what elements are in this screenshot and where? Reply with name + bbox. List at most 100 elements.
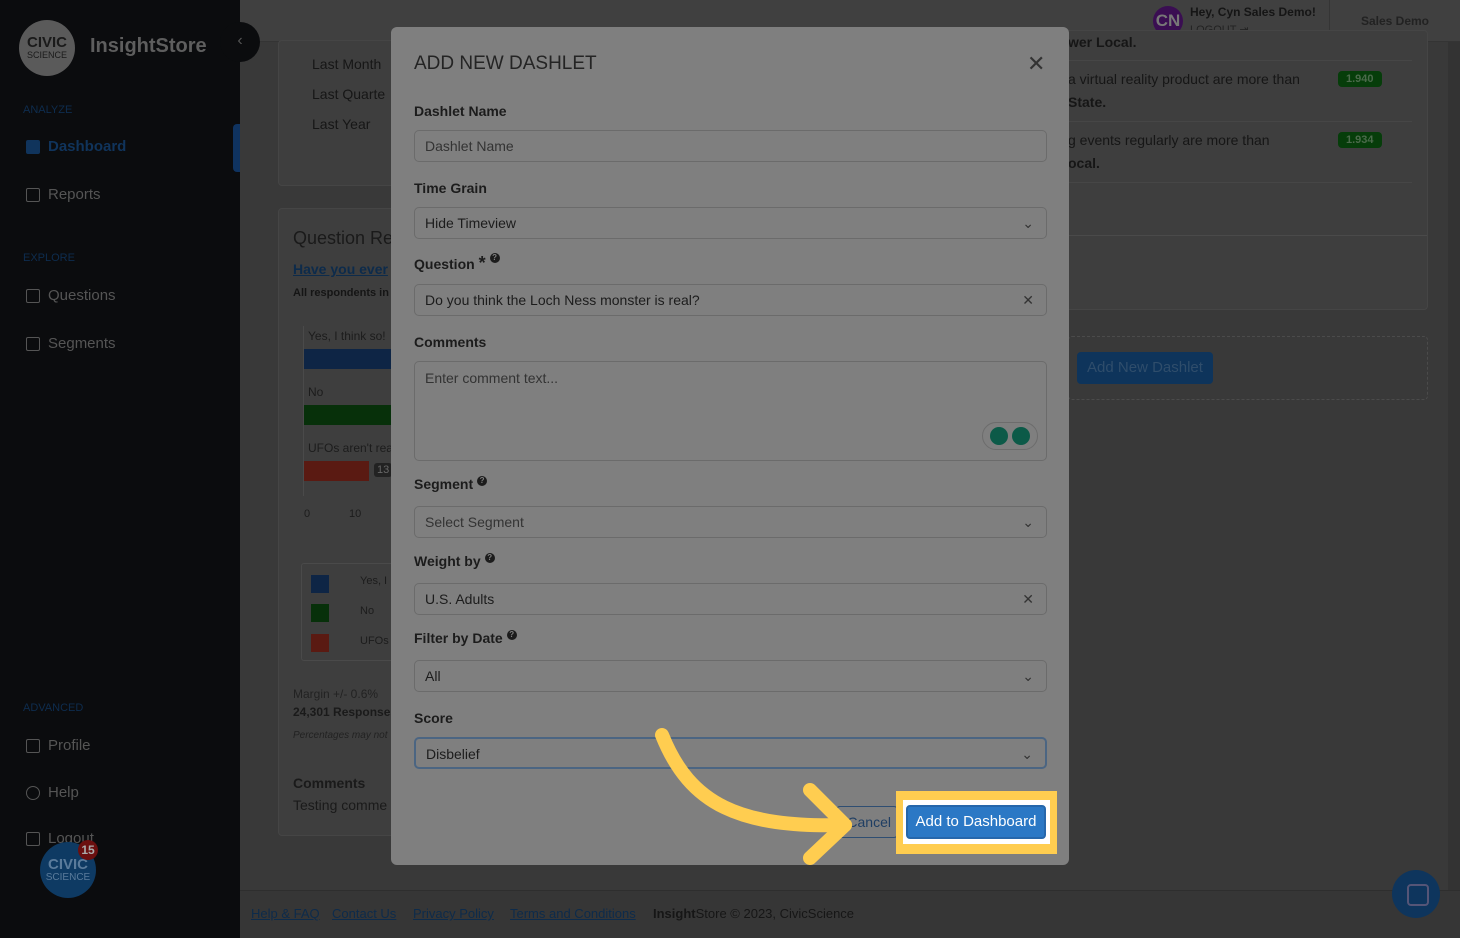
label-text: Filter by Date	[414, 630, 503, 646]
grammarly-icon	[1012, 427, 1030, 445]
sidebar-item-help[interactable]: Help	[26, 784, 79, 801]
responses-count: 24,301 Responses	[293, 705, 398, 719]
label: Dashboard	[48, 138, 127, 155]
weight-select[interactable]: U.S. Adults ✕	[414, 583, 1047, 615]
footer-link-terms[interactable]: Terms and Conditions	[510, 906, 636, 921]
placeholder: Enter comment text...	[425, 370, 559, 386]
bar-yes	[304, 349, 394, 369]
dashboard-icon	[26, 139, 40, 154]
chart-legend: Yes, I No UFOs	[301, 563, 401, 661]
active-indicator	[233, 124, 240, 172]
tick-label: 10	[349, 508, 362, 520]
label: Reports	[48, 186, 101, 203]
add-to-dashboard-button[interactable]: Add to Dashboard	[906, 805, 1046, 839]
scrollbar[interactable]	[1448, 42, 1460, 890]
help-icon[interactable]: ?	[477, 476, 488, 486]
legend-label: Yes, I	[360, 575, 388, 587]
time-option[interactable]: Last Quarte	[312, 86, 385, 102]
dashlet-name-label: Dashlet Name	[414, 103, 507, 119]
required-asterisk: *	[478, 253, 486, 273]
segment-label: Segment?	[414, 476, 488, 492]
bar-no	[304, 405, 394, 425]
section-analyze: ANALYZE	[23, 104, 73, 116]
footer-link-contact[interactable]: Contact Us	[332, 906, 396, 921]
weight-label: Weight by?	[414, 553, 495, 569]
legend-swatch	[311, 634, 329, 652]
comments-textarea[interactable]: Enter comment text...	[414, 361, 1047, 461]
insight-text: wer Local.	[1068, 34, 1137, 50]
sidebar: CIVIC SCIENCE InsightStore ANALYZE Dashbo…	[0, 0, 240, 938]
collapse-sidebar-button[interactable]: ‹	[220, 22, 260, 62]
selected-value: U.S. Adults	[425, 591, 495, 607]
civic-science-logo[interactable]: CIVIC SCIENCE	[19, 20, 75, 76]
help-icon[interactable]: ?	[484, 553, 495, 563]
modal-title: ADD NEW DASHLET	[414, 53, 597, 74]
legend-label: UFOs	[360, 635, 389, 647]
section-advanced: ADVANCED	[23, 702, 84, 714]
lifebuoy-icon	[26, 785, 40, 800]
insight-text: ocal.	[1068, 155, 1100, 171]
close-icon[interactable]: ✕	[1027, 51, 1045, 77]
brand-name: InsightStore	[90, 35, 207, 57]
segments-icon	[26, 336, 40, 351]
add-new-dashlet-button[interactable]: Add New Dashlet	[1077, 352, 1213, 384]
help-icon[interactable]: ?	[489, 253, 500, 263]
bar-value-label: 13	[374, 463, 393, 477]
copyright: InsightStore © 2023, CivicScience	[653, 906, 854, 921]
grammarly-widget[interactable]	[982, 422, 1038, 450]
comments-heading: Comments	[293, 775, 366, 791]
comments-label: Comments	[414, 334, 487, 350]
label-text: Question	[414, 256, 475, 272]
question-input[interactable]: Do you think the Loch Ness monster is re…	[414, 284, 1047, 316]
filter-date-select[interactable]: All ⌄	[414, 660, 1047, 692]
messenger-chat-icon[interactable]	[1392, 870, 1440, 918]
score-badge: 1.940	[1338, 71, 1382, 87]
label-text: Weight by	[414, 553, 481, 569]
divider	[1060, 121, 1412, 122]
profile-icon	[26, 738, 40, 753]
selected-value: Hide Timeview	[425, 215, 517, 231]
margin-text: Margin +/- 0.6%	[293, 687, 379, 701]
sidebar-item-reports[interactable]: Reports	[26, 186, 101, 203]
clear-icon[interactable]: ✕	[1022, 584, 1034, 614]
divider	[1060, 182, 1412, 183]
placeholder: Dashlet Name	[425, 138, 514, 154]
legend-label: No	[360, 605, 375, 617]
question-icon	[26, 288, 40, 303]
chevron-down-icon: ⌄	[1022, 215, 1034, 231]
question-link[interactable]: Have you ever	[293, 261, 388, 277]
segment-select[interactable]: Select Segment ⌄	[414, 506, 1047, 538]
sidebar-item-profile[interactable]: Profile	[26, 737, 91, 754]
question-results-card	[278, 208, 408, 836]
legend-swatch	[311, 575, 329, 593]
label-text: Segment	[414, 476, 474, 492]
lightbulb-icon	[990, 427, 1008, 445]
label: Segments	[48, 335, 116, 352]
bar-label: No	[308, 385, 324, 399]
clear-icon[interactable]: ✕	[1022, 285, 1034, 315]
insight-text: a virtual reality product are more than	[1068, 71, 1300, 87]
logout-icon	[26, 831, 40, 846]
respondents-label: All respondents in	[293, 287, 389, 299]
help-icon[interactable]: ?	[506, 630, 517, 640]
time-grain-select[interactable]: Hide Timeview ⌄	[414, 207, 1047, 239]
annotation-arrow-icon	[655, 728, 852, 865]
time-option[interactable]: Last Month	[312, 56, 381, 72]
label: Profile	[48, 737, 91, 754]
footer-link-privacy[interactable]: Privacy Policy	[413, 906, 494, 921]
copyright-brand: Insight	[653, 906, 696, 921]
question-label: Question *?	[414, 253, 500, 274]
percentage-note: Percentages may not	[293, 730, 388, 741]
sidebar-item-questions[interactable]: Questions	[26, 287, 116, 304]
time-grain-label: Time Grain	[414, 180, 487, 196]
report-icon	[26, 187, 40, 202]
dashlet-name-input[interactable]: Dashlet Name	[414, 130, 1047, 162]
time-option[interactable]: Last Year	[312, 116, 370, 132]
sidebar-item-segments[interactable]: Segments	[26, 335, 116, 352]
placeholder: Select Segment	[425, 514, 524, 530]
footer-link-help[interactable]: Help & FAQ	[251, 906, 320, 921]
selected-value: All	[425, 668, 441, 684]
label: Help	[48, 784, 79, 801]
sidebar-item-dashboard[interactable]: Dashboard	[26, 138, 126, 155]
legend-swatch	[311, 604, 329, 622]
